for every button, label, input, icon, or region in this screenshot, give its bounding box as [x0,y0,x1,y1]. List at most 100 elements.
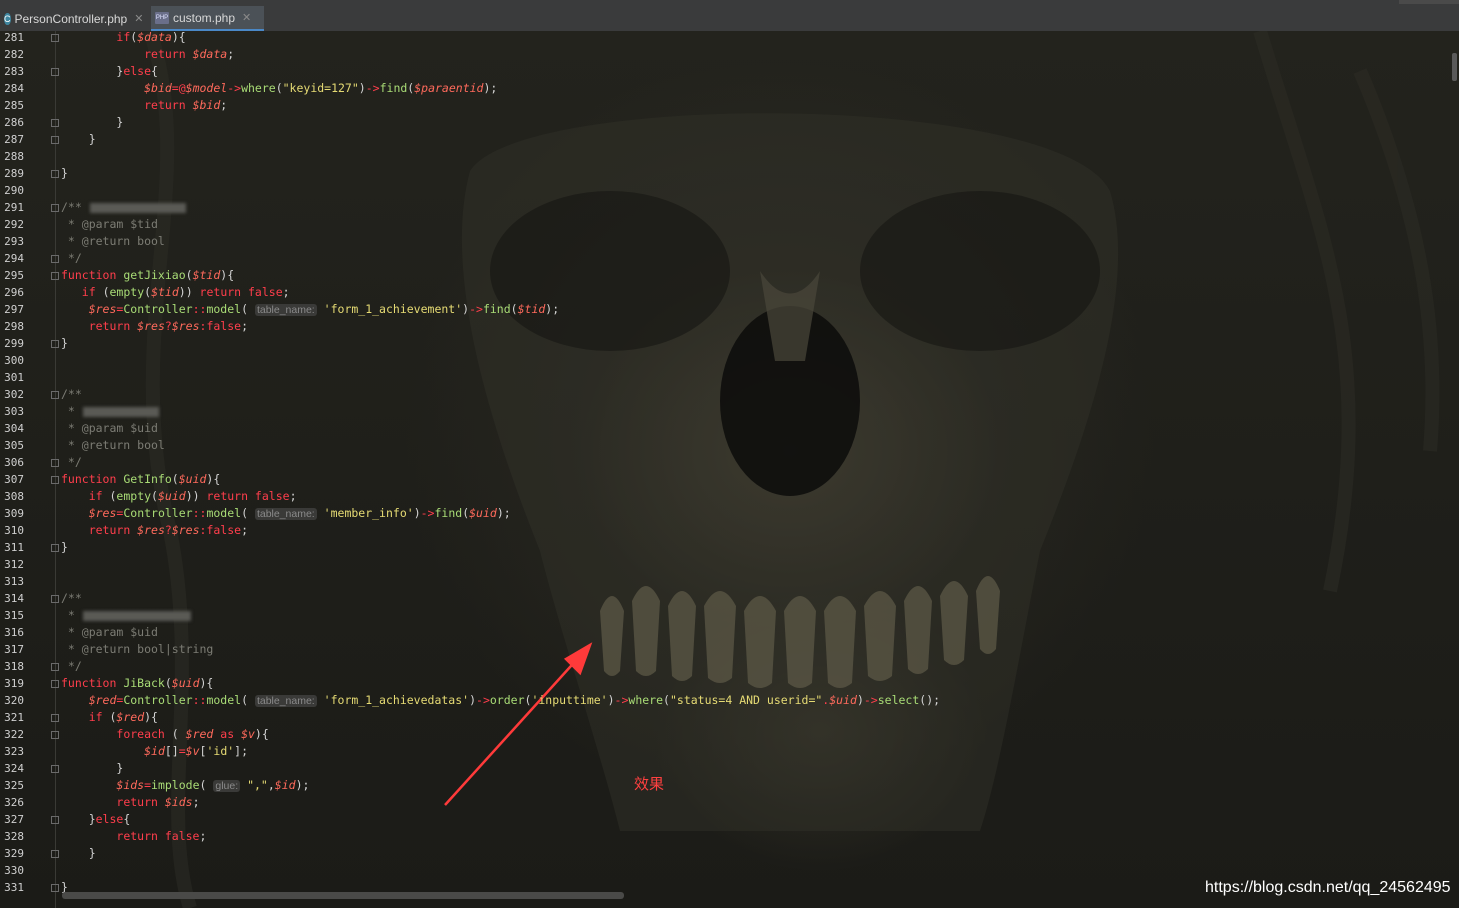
code-line[interactable]: $res=Controller::model( table_name: 'for… [61,301,559,318]
code-line[interactable]: * @param $uid [61,624,158,641]
code-line[interactable]: * @return bool|string [61,641,213,658]
code-line[interactable]: * @return bool [61,233,165,250]
code-token: $ids [116,778,145,792]
code-line[interactable]: } [61,114,123,131]
code-line[interactable]: $bid=@$model->where("keyid=127")->find($… [61,80,497,97]
vertical-scrollbar[interactable] [1452,53,1457,81]
code-token: ){ [220,268,235,282]
code-line[interactable]: return $data; [61,46,234,63]
fold-marker-icon[interactable] [51,544,59,552]
code-token: return false [116,829,200,843]
code-line[interactable]: /** [61,199,186,216]
horizontal-scrollbar[interactable] [62,892,624,899]
code-token: return [144,47,193,61]
code-line[interactable]: $ids=implode( glue: ",",$id); [61,777,309,794]
fold-marker-icon[interactable] [51,765,59,773]
code-line[interactable]: $id[]=$v['id']; [61,743,248,760]
code-line[interactable]: } [61,760,123,777]
code-line[interactable]: * @param $uid [61,420,158,437]
fold-marker-icon[interactable] [51,340,59,348]
code-line[interactable]: foreach ( $red as $v){ [61,726,268,743]
fold-marker-icon[interactable] [51,272,59,280]
code-token: /** [61,200,82,214]
code-line[interactable]: * [61,403,159,420]
fold-marker-icon[interactable] [51,391,59,399]
code-line[interactable]: /** [61,386,82,403]
fold-marker-icon[interactable] [51,680,59,688]
code-token: ( [171,472,179,486]
fold-marker-icon[interactable] [51,714,59,722]
close-icon[interactable]: ✕ [134,12,143,25]
fold-marker-icon[interactable] [51,119,59,127]
fold-marker-icon[interactable] [51,68,59,76]
tab-custom-php[interactable]: PHP custom.php ✕ [151,6,264,31]
fold-marker-icon[interactable] [51,170,59,178]
code-token: 'member_info' [323,506,414,520]
code-line[interactable]: } [61,131,96,148]
code-line[interactable]: return $bid; [61,97,227,114]
code-line[interactable]: /** [61,590,82,607]
code-line[interactable]: */ [61,658,82,675]
code-line[interactable]: * [61,607,191,624]
fold-marker-icon[interactable] [51,816,59,824]
fold-marker-icon[interactable] [51,595,59,603]
fold-marker-icon[interactable] [51,34,59,42]
code-line[interactable]: */ [61,250,82,267]
code-line[interactable]: }else{ [61,63,158,80]
line-number: 292 [4,218,24,231]
code-line[interactable]: * @return bool [61,437,165,454]
code-line[interactable]: } [61,165,68,182]
redacted-text [89,202,186,213]
code-line[interactable]: return $res?$res:false; [61,318,248,335]
code-token: false [206,319,242,333]
code-editor[interactable]: 281 282 283 284 285 286 287 288 289 290 291 292 293 2… [0,31,1459,908]
code-line[interactable]: } [61,845,96,862]
line-number: 317 [4,643,24,656]
code-line[interactable]: $red=Controller::model( table_name: 'for… [61,692,940,709]
code-token: } [61,761,124,775]
tab-person-controller[interactable]: C PersonController.php ✕ [0,6,148,31]
fold-marker-icon[interactable] [51,476,59,484]
fold-marker-icon[interactable] [51,663,59,671]
close-icon[interactable]: ✕ [242,11,251,24]
line-number: 288 [4,150,24,163]
code-line[interactable]: $res=Controller::model( table_name: 'mem… [61,505,511,522]
fold-marker-icon[interactable] [51,136,59,144]
code-token: $red [116,710,145,724]
fold-marker-icon[interactable] [51,850,59,858]
fold-marker-icon[interactable] [51,459,59,467]
code-line[interactable]: return $res?$res:false; [61,522,248,539]
code-line[interactable]: return $ids; [61,794,199,811]
code-line[interactable]: function GetInfo($uid){ [61,471,220,488]
code-token: ( [241,506,255,520]
code-token: $ids [164,795,193,809]
code-line[interactable]: return false; [61,828,206,845]
code-token: else [95,812,124,826]
code-line[interactable]: } [61,539,68,556]
code-line[interactable]: if (empty($tid)) return false; [61,284,290,301]
line-number: 323 [4,745,24,758]
code-token: 'inputtime' [531,693,608,707]
code-line[interactable]: }else{ [61,811,131,828]
line-number: 324 [4,762,24,775]
code-token: -> [863,693,878,707]
code-line[interactable]: * @param $tid [61,216,158,233]
code-token: Controller [123,693,193,707]
code-token: } [61,846,96,860]
fold-marker-icon[interactable] [51,204,59,212]
code-line[interactable]: function JiBack($uid){ [61,675,213,692]
fold-marker-icon[interactable] [51,884,59,892]
code-line[interactable]: */ [61,454,82,471]
code-line[interactable]: } [61,335,68,352]
code-line[interactable]: if ($red){ [61,709,158,726]
fold-marker-icon[interactable] [51,255,59,263]
code-line[interactable]: if (empty($uid)) return false; [61,488,297,505]
code-line[interactable]: if($data){ [61,31,185,46]
code-line[interactable]: function getJixiao($tid){ [61,267,234,284]
line-number: 300 [4,354,24,367]
fold-marker-icon[interactable] [51,731,59,739]
